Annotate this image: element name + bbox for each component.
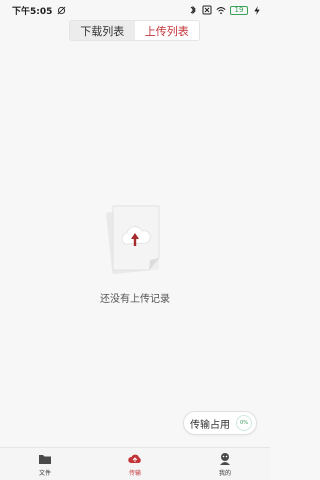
cloud-transfer-icon [128, 454, 141, 463]
status-right: 19 [188, 5, 262, 15]
wifi-icon [216, 5, 226, 15]
nav-item-files[interactable]: 文件 [0, 448, 90, 480]
user-icon [220, 452, 230, 465]
empty-state: 还没有上传记录 [0, 200, 270, 305]
transfer-usage-label: 传输占用 [190, 419, 230, 431]
no-sim-icon [202, 5, 212, 15]
nav-label-transfer: 传输 [128, 469, 141, 477]
bottom-nav: 文件 传输 我的 [0, 447, 270, 480]
tab-upload-list[interactable]: 上传列表 [134, 21, 199, 40]
tab-download-list[interactable]: 下载列表 [70, 21, 135, 40]
cloud-upload-icon [106, 205, 160, 275]
charging-icon [252, 5, 262, 15]
battery-indicator: 19 [230, 5, 248, 15]
folder-icon [39, 454, 51, 464]
nav-item-mine[interactable]: 我的 [180, 448, 270, 480]
transfer-usage-button[interactable]: 传输占用 0% [183, 411, 257, 435]
status-bar: 下午5:05 19 [0, 0, 270, 20]
transfer-usage-percent: 0% [236, 415, 252, 431]
list-tabs: 下载列表 上传列表 [69, 20, 200, 41]
bluetooth-icon [188, 5, 198, 15]
sync-icon [56, 5, 66, 15]
status-time: 下午5:05 [12, 6, 53, 17]
empty-message: 还没有上传记录 [100, 294, 170, 305]
status-left: 下午5:05 [12, 4, 66, 17]
nav-item-transfer[interactable]: 传输 [90, 448, 180, 480]
nav-label-files: 文件 [38, 469, 51, 477]
nav-label-mine: 我的 [218, 469, 231, 477]
